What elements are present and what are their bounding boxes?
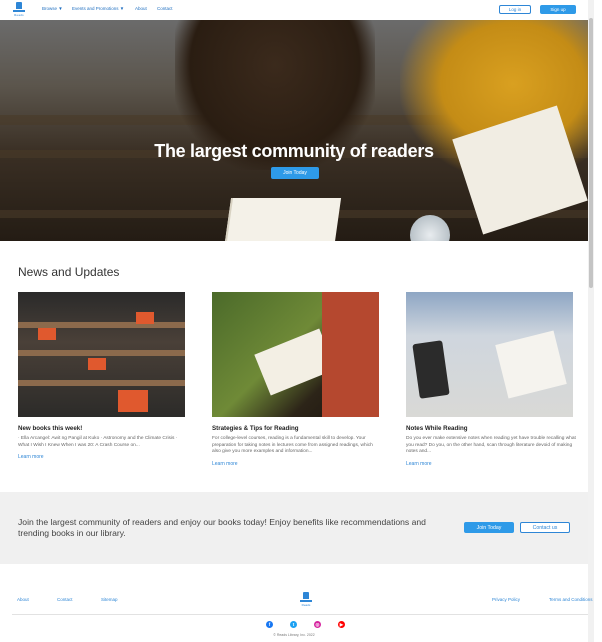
nav-contact[interactable]: Contact bbox=[157, 6, 173, 11]
news-card-learn-more[interactable]: Learn more bbox=[212, 461, 238, 467]
hymnal-shape bbox=[38, 328, 56, 340]
page-scrollbar-thumb[interactable] bbox=[589, 18, 593, 288]
footer-link-sitemap[interactable]: Sitemap bbox=[101, 597, 118, 602]
hero-banner bbox=[0, 20, 588, 241]
reader-arm-shape bbox=[322, 292, 379, 417]
book-icon bbox=[303, 592, 309, 599]
news-card-title[interactable]: Strategies & Tips for Reading bbox=[212, 425, 299, 432]
hero-title: The largest community of readers bbox=[154, 141, 434, 161]
brand-logo[interactable]: Reads bbox=[12, 2, 26, 18]
book-icon bbox=[16, 2, 22, 9]
footer-logo[interactable]: Reads bbox=[299, 592, 313, 608]
news-card-learn-more[interactable]: Learn more bbox=[406, 461, 432, 467]
hero-open-book bbox=[224, 198, 342, 241]
footer-link-contact[interactable]: Contact bbox=[57, 597, 73, 602]
facebook-icon[interactable]: f bbox=[266, 621, 273, 628]
copyright-text: © Reads Library, Inc. 2022 bbox=[273, 633, 315, 637]
hymnal-shape bbox=[88, 358, 106, 370]
news-card-image-books[interactable] bbox=[18, 292, 185, 417]
instagram-icon[interactable]: ◎ bbox=[314, 621, 321, 628]
hymnal-shape bbox=[136, 312, 154, 324]
pew-shape bbox=[18, 380, 185, 386]
news-card-title[interactable]: Notes While Reading bbox=[406, 425, 468, 432]
signup-button[interactable]: Sign up bbox=[540, 5, 576, 14]
news-card-image-notes[interactable] bbox=[406, 292, 573, 417]
hero-cup bbox=[410, 215, 450, 241]
footer-link-terms[interactable]: Terms and Conditions bbox=[549, 597, 593, 602]
top-navbar: Reads Browse ▼ Events and Promotions ▼ A… bbox=[0, 0, 588, 20]
footer-divider bbox=[12, 614, 588, 615]
logo-base bbox=[13, 10, 25, 12]
logo-base bbox=[300, 600, 312, 602]
logo-text: Reads bbox=[301, 603, 311, 607]
nav-browse[interactable]: Browse ▼ bbox=[42, 6, 63, 11]
youtube-icon[interactable]: ▶ bbox=[338, 621, 345, 628]
cta-text: Join the largest community of readers an… bbox=[18, 517, 426, 538]
news-section-title: News and Updates bbox=[18, 265, 120, 279]
nav-about[interactable]: About bbox=[135, 6, 147, 11]
footer-link-privacy[interactable]: Privacy Policy bbox=[492, 597, 520, 602]
twitter-icon[interactable]: t bbox=[290, 621, 297, 628]
news-card-text: · Ella Arcangel: Awit ng Pangil at Kuko … bbox=[18, 436, 178, 448]
hymnal-shape bbox=[118, 390, 148, 412]
login-button[interactable]: Log in bbox=[499, 5, 531, 14]
news-card-learn-more[interactable]: Learn more bbox=[18, 454, 44, 460]
logo-text: Reads bbox=[14, 13, 24, 17]
news-card-title[interactable]: New books this week! bbox=[18, 425, 82, 432]
news-card-text: Do you ever make extensive notes when re… bbox=[406, 436, 576, 455]
cta-join-button[interactable]: Join Today bbox=[464, 522, 514, 533]
nav-events-promotions[interactable]: Events and Promotions ▼ bbox=[72, 6, 124, 11]
news-card-image-reading[interactable] bbox=[212, 292, 379, 417]
pew-shape bbox=[18, 350, 185, 356]
phone-shape bbox=[412, 340, 450, 399]
cta-contact-button[interactable]: Contact us bbox=[520, 522, 570, 533]
footer-link-about[interactable]: About bbox=[17, 597, 29, 602]
hero-join-button[interactable]: Join Today bbox=[271, 167, 319, 179]
news-card-text: For college-level courses, reading is a … bbox=[212, 436, 373, 455]
open-book-shape bbox=[495, 330, 567, 399]
